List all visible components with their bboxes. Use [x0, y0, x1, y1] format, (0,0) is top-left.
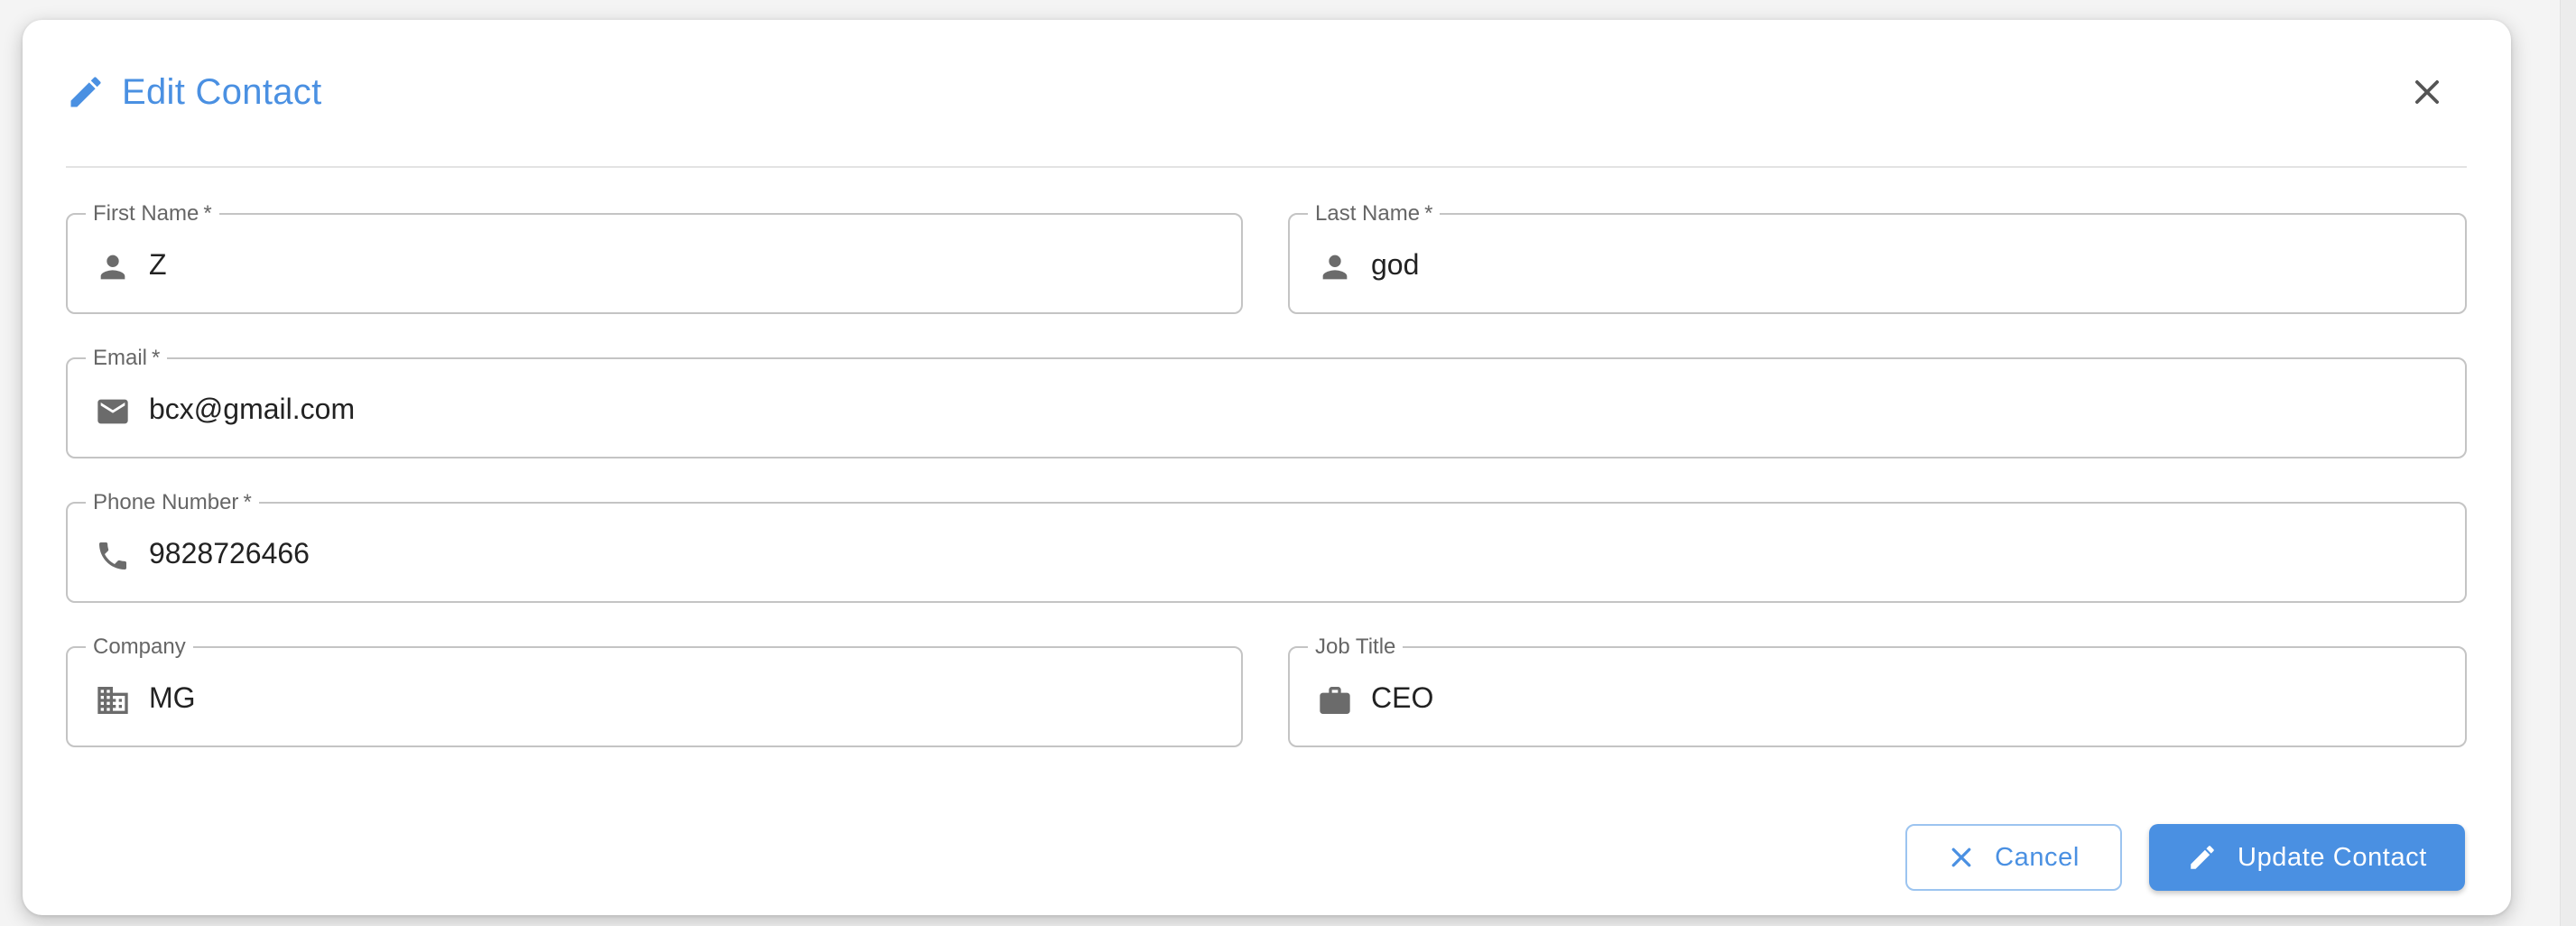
close-icon — [2415, 80, 2439, 104]
job-title-label: Job Title — [1308, 635, 1404, 659]
phone-number-label: Phone Number * — [86, 491, 259, 514]
close-button[interactable] — [2404, 69, 2451, 116]
company-label: Company — [86, 635, 193, 659]
phone-number-field[interactable]: Phone Number * — [66, 491, 2467, 603]
job-title-field[interactable]: Job Title — [1288, 635, 2467, 747]
dialog-header: Edit Contact — [66, 67, 322, 117]
email-input[interactable] — [149, 386, 2447, 431]
building-icon — [97, 687, 128, 714]
email-field[interactable]: Email * — [66, 347, 2467, 458]
pencil-icon — [70, 77, 101, 107]
person-icon — [1322, 255, 1348, 280]
company-field[interactable]: Company — [66, 635, 1243, 747]
close-icon — [1951, 847, 1971, 867]
cancel-button-label: Cancel — [1995, 842, 2080, 872]
last-name-input[interactable] — [1371, 242, 2447, 287]
mail-icon — [97, 399, 128, 424]
pencil-icon — [2191, 846, 2214, 869]
first-name-field[interactable]: First Name * — [66, 202, 1243, 314]
job-title-input[interactable] — [1371, 675, 2447, 720]
phone-icon — [99, 542, 126, 569]
edit-contact-dialog: Edit Contact First Name* Last Name* Emai… — [23, 20, 2511, 915]
header-divider — [66, 166, 2467, 168]
phone-number-input[interactable] — [149, 531, 2447, 576]
first-name-input[interactable] — [149, 242, 1223, 287]
dialog-title: Edit Contact — [122, 71, 322, 112]
last-name-label: Last Name * — [1308, 202, 1441, 226]
last-name-field[interactable]: Last Name * — [1288, 202, 2467, 314]
page-scrollbar[interactable] — [2560, 0, 2576, 926]
email-label: Email * — [86, 347, 168, 370]
update-contact-button[interactable]: Update Contact — [2149, 824, 2465, 891]
update-contact-button-label: Update Contact — [2238, 842, 2427, 872]
briefcase-icon — [1320, 687, 1350, 714]
first-name-label: First Name * — [86, 202, 219, 226]
person-icon — [100, 255, 125, 280]
company-input[interactable] — [149, 675, 1223, 720]
cancel-button[interactable]: Cancel — [1905, 824, 2122, 891]
